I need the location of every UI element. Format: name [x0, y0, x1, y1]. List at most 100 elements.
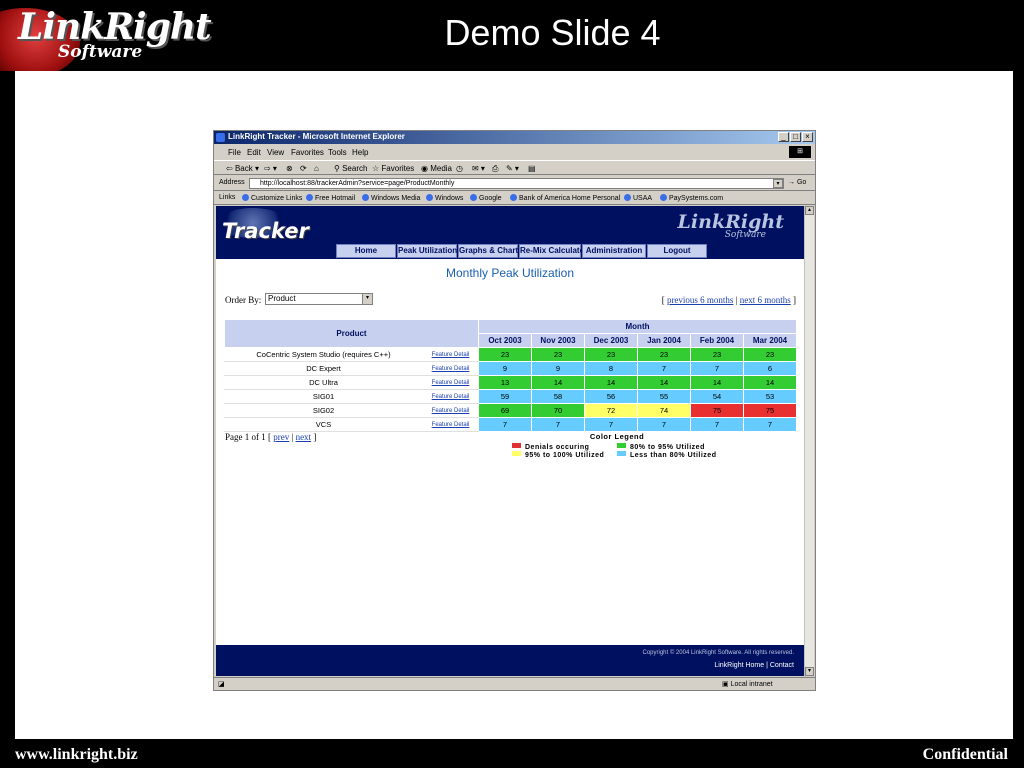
feature-detail-link[interactable]: Feature Detail — [422, 403, 479, 418]
menu-view[interactable]: View — [267, 148, 284, 157]
footer-contact-link[interactable]: Contact — [770, 662, 794, 669]
utilization-cell: 58 — [531, 389, 585, 404]
footer-home-link[interactable]: LinkRight Home — [714, 662, 764, 669]
link-windows-media[interactable]: Windows Media — [362, 194, 420, 202]
legend-item-under-80: Less than 80% Utilized — [617, 451, 722, 459]
chevron-down-icon: ▾ — [362, 294, 372, 304]
month-column-header: Month — [478, 319, 797, 334]
tracker-logo: Tracker — [222, 219, 309, 243]
slide-title: Demo Slide 4 — [444, 12, 661, 53]
discuss-icon[interactable]: ▤ — [528, 164, 536, 173]
utilization-cell: 14 — [690, 375, 744, 390]
feature-detail-link[interactable]: Feature Detail — [422, 389, 479, 404]
page-title: Monthly Peak Utilization — [445, 266, 575, 280]
link-label: PaySystems.com — [669, 195, 724, 202]
previous-6-months-link[interactable]: previous 6 months — [667, 295, 734, 305]
link-icon — [426, 194, 433, 201]
minimize-button[interactable]: _ — [778, 132, 789, 142]
utilization-cell: 75 — [690, 403, 744, 418]
refresh-icon[interactable]: ⟳ — [300, 164, 307, 173]
search-button[interactable]: ⚲ Search — [334, 164, 367, 173]
menu-favorites[interactable]: Favorites — [291, 148, 324, 157]
link-customize[interactable]: Customize Links — [242, 194, 302, 202]
menu-help[interactable]: Help — [352, 148, 368, 157]
footer-confidential: Confidential — [922, 746, 1008, 763]
window-titlebar[interactable]: LinkRight Tracker - Microsoft Internet E… — [214, 131, 815, 144]
link-paysystems[interactable]: PaySystems.com — [660, 194, 723, 202]
menu-edit[interactable]: Edit — [247, 148, 261, 157]
legend-item-95-100: 95% to 100% Utilized — [512, 451, 617, 459]
link-windows[interactable]: Windows — [426, 194, 463, 202]
home-icon[interactable]: ⌂ — [314, 164, 319, 173]
scroll-up-icon[interactable]: ▴ — [805, 206, 814, 215]
month-pager: [ previous 6 months | next 6 months ] — [661, 295, 796, 305]
nav-logout[interactable]: Logout — [647, 244, 707, 258]
close-button[interactable]: × — [802, 132, 813, 142]
link-google[interactable]: Google — [470, 194, 502, 202]
next-link[interactable]: next — [296, 432, 312, 442]
nav-peak-utilization[interactable]: Peak Utilization — [397, 244, 457, 258]
back-button[interactable]: ⇦ Back ▾ — [226, 164, 259, 173]
utilization-cell: 7 — [690, 361, 744, 376]
page-info: Page 1 of 1 [ prev | next ] — [225, 432, 317, 442]
forward-button[interactable]: ⇨ ▾ — [264, 164, 277, 173]
link-usaa[interactable]: USAA — [624, 194, 652, 202]
utilization-cell: 55 — [637, 389, 691, 404]
feature-detail-link[interactable]: Feature Detail — [422, 375, 479, 390]
prev-link[interactable]: prev — [273, 432, 289, 442]
link-label: Customize Links — [251, 195, 303, 202]
vertical-scrollbar[interactable]: ▴ ▾ — [804, 206, 814, 676]
product-name: DC Ultra — [224, 375, 423, 390]
product-name: CoCentric System Studio (requires C++) — [224, 347, 423, 362]
utilization-cell: 7 — [690, 417, 744, 432]
month-header: Jan 2004 — [637, 333, 691, 348]
order-by-select[interactable]: Product ▾ — [265, 293, 373, 305]
link-hotmail[interactable]: Free Hotmail — [306, 194, 355, 202]
windows-logo-icon: ⊞ — [789, 146, 811, 158]
scroll-down-icon[interactable]: ▾ — [805, 667, 814, 676]
feature-detail-link[interactable]: Feature Detail — [422, 347, 479, 362]
utilization-cell: 23 — [743, 347, 797, 362]
link-icon — [362, 194, 369, 201]
stop-icon[interactable]: ⊗ — [286, 164, 293, 173]
address-input[interactable]: http://localhost:88/trackerAdmin?service… — [249, 178, 784, 189]
utilization-cell: 9 — [531, 361, 585, 376]
utilization-cell: 23 — [531, 347, 585, 362]
menu-file[interactable]: File — [228, 148, 241, 157]
edit-icon[interactable]: ✎ ▾ — [506, 164, 519, 173]
maximize-button[interactable]: □ — [790, 132, 801, 142]
link-icon — [306, 194, 313, 201]
link-label: Windows — [435, 195, 464, 202]
month-header: Oct 2003 — [478, 333, 532, 348]
legend-swatch — [512, 451, 521, 456]
utilization-cell: 13 — [478, 375, 532, 390]
nav-remix-calculator[interactable]: Re-Mix Calculator — [519, 244, 588, 258]
go-button[interactable]: → Go — [788, 179, 806, 186]
nav-home[interactable]: Home — [336, 244, 396, 258]
footer-links: LinkRight Home | Contact — [714, 662, 794, 669]
legend-swatch — [617, 443, 626, 448]
legend-title: Color Legend — [589, 432, 645, 441]
mail-icon[interactable]: ✉ ▾ — [472, 164, 485, 173]
print-icon[interactable]: ⎙ — [492, 164, 498, 174]
history-icon[interactable]: ◷ — [456, 164, 463, 173]
feature-detail-link[interactable]: Feature Detail — [422, 361, 479, 376]
link-icon — [242, 194, 249, 201]
feature-detail-link[interactable]: Feature Detail — [422, 417, 479, 432]
address-dropdown-icon[interactable]: ▾ — [773, 179, 783, 188]
nav-administration[interactable]: Administration — [582, 244, 646, 258]
menu-tools[interactable]: Tools — [328, 148, 347, 157]
next-6-months-link[interactable]: next 6 months — [740, 295, 791, 305]
utilization-cell: 23 — [690, 347, 744, 362]
utilization-cell: 7 — [531, 417, 585, 432]
link-icon — [624, 194, 631, 201]
nav-graphs-charts[interactable]: Graphs & Charts — [458, 244, 523, 258]
media-button[interactable]: ◉ Media — [421, 164, 452, 173]
utilization-cell: 7 — [584, 417, 638, 432]
link-bank-of-america[interactable]: Bank of America Home Personal — [510, 194, 620, 202]
favorites-button[interactable]: ☆ Favorites — [372, 164, 414, 173]
month-header: Mar 2004 — [743, 333, 797, 348]
utilization-cell: 7 — [637, 361, 691, 376]
utilization-cell: 8 — [584, 361, 638, 376]
page-status-icon: ◪ — [218, 681, 225, 688]
